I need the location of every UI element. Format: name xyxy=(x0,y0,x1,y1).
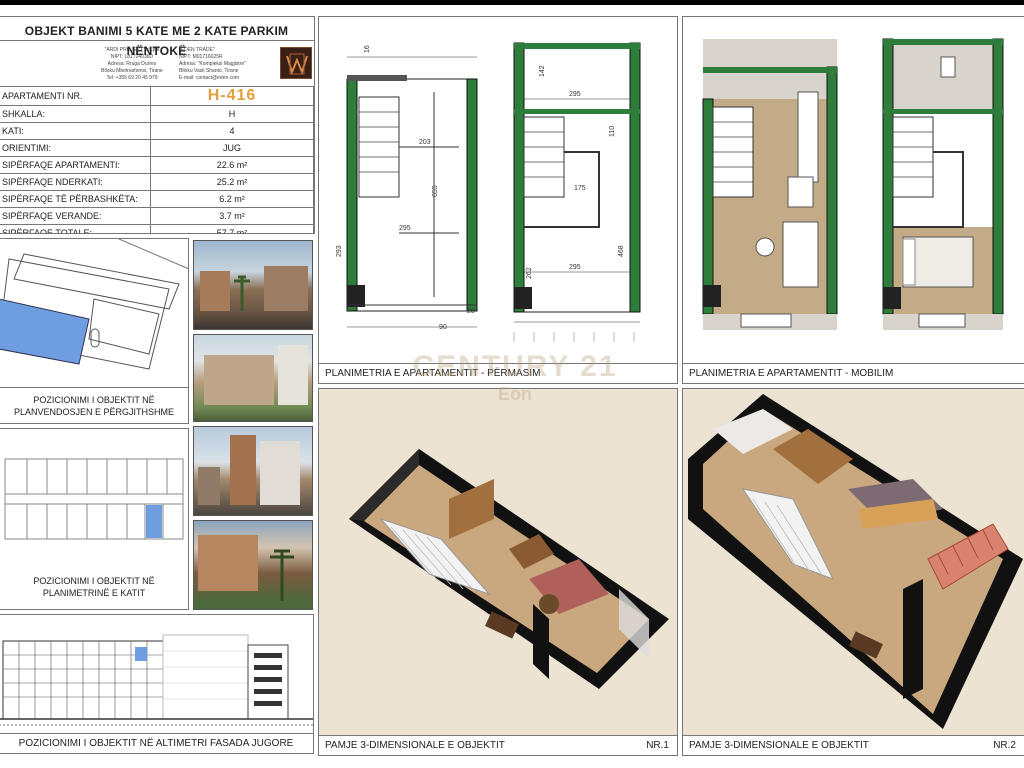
svg-text:142: 142 xyxy=(539,65,546,77)
floor-strip-drawing xyxy=(4,458,184,540)
plan-furnished-panel: PLANIMETRIA E APARTAMENTIT - MOBILIM xyxy=(682,16,1024,384)
svg-text:295: 295 xyxy=(399,225,411,232)
svg-text:655: 655 xyxy=(432,185,439,197)
furnished-lower xyxy=(702,39,838,330)
floor-plan-position-panel: POZICIONIMI I OBJEKTIT NË PLANIMETRINË E… xyxy=(0,428,189,610)
apartment-number: H-416 xyxy=(150,86,314,106)
svg-text:90: 90 xyxy=(439,324,447,331)
render-photo-4 xyxy=(193,520,313,610)
table-row: APARTAMENTI NR. H-416 xyxy=(0,86,314,106)
table-row: SIPËRFAQE VERANDE: 3.7 m² xyxy=(0,207,314,225)
apartment-info-table: APARTAMENTI NR. H-416 SHKALLA: H KATI: 4 OR… xyxy=(0,86,314,233)
table-row: SIPËRFAQE TË PËRBASHKËTA: 6.2 m² xyxy=(0,190,314,208)
table-row: SIPËRFAQE NDERKATI: 25.2 m² xyxy=(0,173,314,191)
plan-upper-level xyxy=(513,42,641,323)
svg-text:295: 295 xyxy=(569,91,581,98)
company-logo-icon xyxy=(280,47,312,79)
svg-text:293: 293 xyxy=(336,245,343,257)
table-row: SIPËRFAQE TOTALE: 57.7 m² xyxy=(0,224,314,233)
plan-dimensions-panel: 203 295 655 293 90 16 20 295 142 110 175… xyxy=(318,16,678,384)
dimension-plans-drawing: 203 295 655 293 90 16 20 295 142 110 175… xyxy=(336,42,641,342)
svg-text:16: 16 xyxy=(364,45,371,53)
table-row: SHKALLA: H xyxy=(0,105,314,123)
facade-drawing xyxy=(0,634,313,726)
plan-lower-level xyxy=(346,56,478,328)
facade-caption: POZICIONIMI I OBJEKTIT NË ALTIMETRI FASA… xyxy=(0,733,313,753)
info-panel: OBJEKT BANIMI 5 KATE ME 2 KATE PARKIM NË… xyxy=(0,16,315,234)
table-row: KATI: 4 xyxy=(0,122,314,140)
svg-text:110: 110 xyxy=(609,126,616,137)
svg-text:175: 175 xyxy=(574,185,586,192)
view-3d-panel-2: PAMJE 3-DIMENSIONALE E OBJEKTIT NR.2 xyxy=(682,388,1024,756)
table-row: SIPËRFAQE APARTAMENTI: 22.6 m² xyxy=(0,156,314,174)
view-3d-caption-2: PAMJE 3-DIMENSIONALE E OBJEKTIT NR.2 xyxy=(683,735,1024,755)
furnished-plans-drawing xyxy=(702,38,1004,330)
top-border xyxy=(0,0,1024,5)
plan-furnished-caption: PLANIMETRIA E APARTAMENTIT - MOBILIM xyxy=(683,363,1024,383)
svg-text:203: 203 xyxy=(419,139,431,146)
site-plan-caption: POZICIONIMI I OBJEKTIT NË PLANVENDOSJEN … xyxy=(0,387,188,418)
table-row: ORIENTIMI: JUG xyxy=(0,139,314,157)
site-plan-drawing xyxy=(0,239,188,370)
isometric-view-1 xyxy=(349,449,669,689)
floor-plan-caption: POZICIONIMI I OBJEKTIT NË PLANIMETRINË E… xyxy=(33,576,155,598)
isometric-view-2 xyxy=(688,394,1023,729)
furnished-upper xyxy=(882,38,1004,330)
view-3d-panel-1: PAMJE 3-DIMENSIONALE E OBJEKTIT NR.1 xyxy=(318,388,678,756)
facade-panel: POZICIONIMI I OBJEKTIT NË ALTIMETRI FASA… xyxy=(0,614,314,754)
render-photo-2 xyxy=(193,334,313,422)
company-block-1: "ARDI PROJEKT" sh.p.k NIPT: L81724036D A… xyxy=(101,47,163,81)
render-photo-1 xyxy=(193,240,313,330)
svg-text:468: 468 xyxy=(618,245,625,257)
project-title: OBJEKT BANIMI 5 KATE ME 2 KATE PARKIM NË… xyxy=(0,21,314,58)
svg-text:20: 20 xyxy=(467,308,475,315)
view-3d-caption-1: PAMJE 3-DIMENSIONALE E OBJEKTIT NR.1 xyxy=(319,735,677,755)
plan-dimensions-caption: PLANIMETRIA E APARTAMENTIT - PËRMASIM xyxy=(319,363,677,383)
svg-text:262: 262 xyxy=(526,267,533,279)
site-plan-panel: POZICIONIMI I OBJEKTIT NË PLANVENDOSJEN … xyxy=(0,238,189,424)
render-photo-3 xyxy=(193,426,313,516)
svg-text:295: 295 xyxy=(569,264,581,271)
company-block-2: "EDEN TRADE" NIPT: M01716025R Adresa: "K… xyxy=(179,47,246,81)
